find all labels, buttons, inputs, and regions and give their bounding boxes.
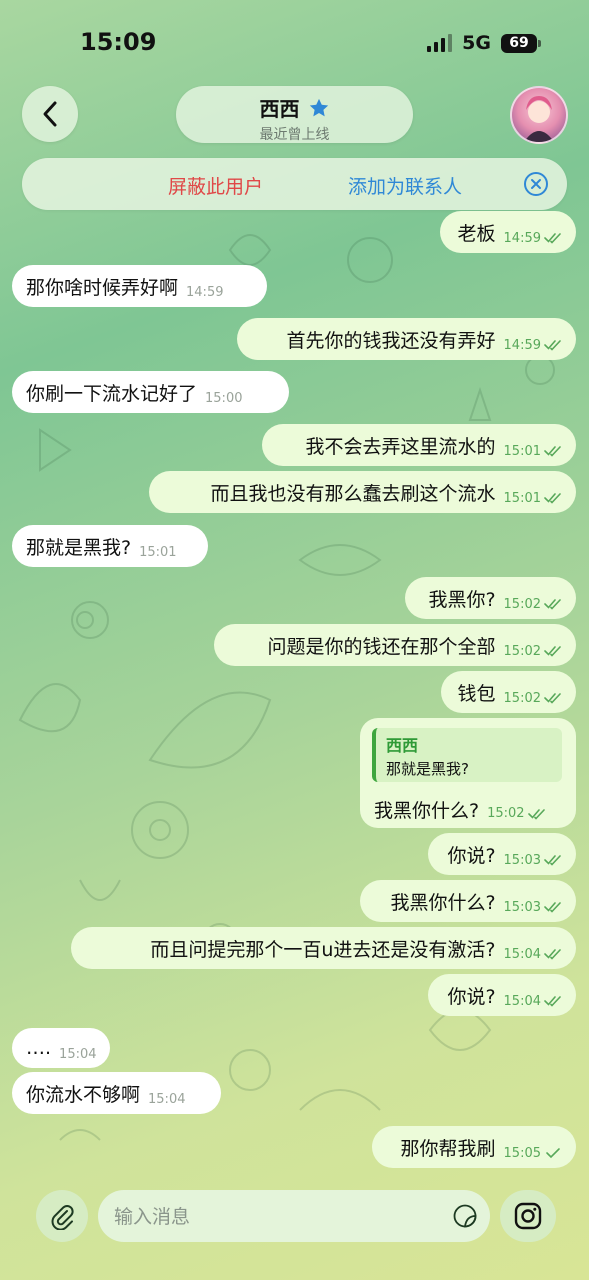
message-time: 14:59 <box>503 230 541 246</box>
paperclip-icon <box>51 1205 74 1230</box>
message-text: 你说? <box>447 844 496 867</box>
signal-icon <box>427 34 453 52</box>
double-check-icon <box>544 693 561 704</box>
message-bubble-outgoing[interactable]: 而且我也没有那么蠢去刷这个流水 15:01 <box>149 471 576 513</box>
double-check-icon <box>544 493 561 504</box>
double-check-icon <box>544 446 561 457</box>
message-time: 15:03 <box>503 852 541 868</box>
message-time: 15:03 <box>503 899 541 915</box>
camera-button[interactable] <box>500 1190 556 1242</box>
message-time: 15:04 <box>503 946 541 962</box>
message-time: 15:04 <box>503 993 541 1009</box>
message-text: …. <box>26 1037 52 1059</box>
double-check-icon <box>544 902 561 913</box>
contact-status: 最近曾上线 <box>259 127 330 143</box>
message-time: 15:04 <box>148 1091 186 1107</box>
sticker-icon[interactable] <box>452 1203 478 1229</box>
single-check-icon <box>546 1148 560 1159</box>
message-bubble-incoming[interactable]: 你刷一下流水记好了 15:00 <box>12 371 289 413</box>
message-bubble-outgoing[interactable]: 那你帮我刷 15:05 <box>372 1126 576 1168</box>
double-check-icon <box>544 855 561 866</box>
quoted-sender: 西西 <box>386 736 419 755</box>
block-user-button[interactable]: 屏蔽此用户 <box>168 172 263 199</box>
chevron-left-icon <box>43 101 57 127</box>
status-bar: 15:09 5G 69 <box>0 0 589 86</box>
message-bubble-incoming[interactable]: …. 15:04 <box>12 1028 110 1068</box>
message-bubble-outgoing[interactable]: 问题是你的钱还在那个全部 15:02 <box>214 624 576 666</box>
double-check-icon <box>544 233 561 244</box>
message-time: 15:01 <box>139 544 177 560</box>
message-input-container <box>98 1190 490 1244</box>
message-time: 14:59 <box>503 337 541 353</box>
message-text: 我不会去弄这里流水的 <box>305 435 496 458</box>
message-bubble-incoming[interactable]: 那你啥时候弄好啊 14:59 <box>12 265 267 307</box>
double-check-icon <box>544 949 561 960</box>
quoted-text: 那就是黑我? <box>386 760 469 778</box>
message-time: 15:04 <box>59 1046 97 1062</box>
double-check-icon <box>544 340 561 351</box>
message-time: 14:59 <box>186 284 224 300</box>
message-time: 15:05 <box>503 1145 541 1161</box>
message-bubble-outgoing[interactable]: 我不会去弄这里流水的 15:01 <box>262 424 576 466</box>
contact-action-banner: 屏蔽此用户 添加为联系人 <box>22 158 567 210</box>
message-text: 我黑你什么? <box>390 891 496 914</box>
message-time: 15:00 <box>205 390 243 406</box>
message-text: 首先你的钱我还没有弄好 <box>286 329 496 352</box>
avatar-image <box>524 96 554 142</box>
message-time: 15:02 <box>503 690 541 706</box>
message-bubble-outgoing[interactable]: 我黑你? 15:02 <box>405 577 576 619</box>
double-check-icon <box>544 996 561 1007</box>
message-text: 那你帮我刷 <box>400 1137 496 1160</box>
message-time: 15:01 <box>503 490 541 506</box>
message-text: 问题是你的钱还在那个全部 <box>267 635 496 658</box>
message-text: 我黑你什么? <box>374 800 480 822</box>
message-bubble-reply[interactable]: 西西 那就是黑我? 我黑你什么? 15:02 <box>360 718 576 828</box>
message-time: 15:02 <box>503 596 541 612</box>
message-input[interactable] <box>112 1190 436 1244</box>
double-check-icon <box>544 599 561 610</box>
message-bubble-outgoing[interactable]: 你说? 15:04 <box>428 974 576 1016</box>
back-button[interactable] <box>22 86 78 142</box>
message-text: 而且问提完那个一百u进去还是没有激活? <box>150 938 496 961</box>
instagram-camera-icon <box>514 1202 542 1230</box>
message-time: 15:02 <box>503 643 541 659</box>
status-right: 5G 69 <box>427 32 541 54</box>
message-text: 而且我也没有那么蠢去刷这个流水 <box>210 482 496 505</box>
message-bubble-incoming[interactable]: 那就是黑我? 15:01 <box>12 525 208 567</box>
chat-title[interactable]: 西西 最近曾上线 <box>176 86 413 143</box>
message-text: 那就是黑我? <box>26 536 132 559</box>
message-bubble-outgoing[interactable]: 钱包 15:02 <box>441 671 576 713</box>
message-text: 你刷一下流水记好了 <box>26 382 198 405</box>
message-text: 那你啥时候弄好啊 <box>26 276 179 299</box>
message-bubble-outgoing[interactable]: 而且问提完那个一百u进去还是没有激活? 15:04 <box>71 927 576 969</box>
add-contact-button[interactable]: 添加为联系人 <box>348 172 462 199</box>
message-text: 你流水不够啊 <box>26 1083 141 1106</box>
attach-button[interactable] <box>36 1190 88 1242</box>
avatar[interactable] <box>510 86 568 144</box>
message-bubble-outgoing[interactable]: 首先你的钱我还没有弄好 14:59 <box>237 318 576 360</box>
message-time: 15:01 <box>503 443 541 459</box>
contact-name: 西西 <box>259 97 300 121</box>
message-time: 15:02 <box>487 806 525 821</box>
double-check-icon <box>527 808 545 820</box>
network-label: 5G <box>462 32 491 54</box>
message-text: 你说? <box>447 985 496 1008</box>
message-text: 我黑你? <box>428 588 496 611</box>
quoted-message[interactable]: 西西 那就是黑我? <box>372 728 562 782</box>
close-circle-icon[interactable] <box>523 171 549 197</box>
status-time: 15:09 <box>80 28 157 56</box>
message-text: 老板 <box>457 222 496 245</box>
battery-icon: 69 <box>501 33 541 53</box>
message-text: 钱包 <box>457 682 496 705</box>
message-bubble-outgoing[interactable]: 老板 14:59 <box>440 211 576 253</box>
message-bubble-outgoing[interactable]: 你说? 15:03 <box>428 833 576 875</box>
star-icon <box>309 98 328 116</box>
message-bubble-outgoing[interactable]: 我黑你什么? 15:03 <box>360 880 576 922</box>
double-check-icon <box>544 646 561 657</box>
message-bubble-incoming[interactable]: 你流水不够啊 15:04 <box>12 1072 221 1114</box>
